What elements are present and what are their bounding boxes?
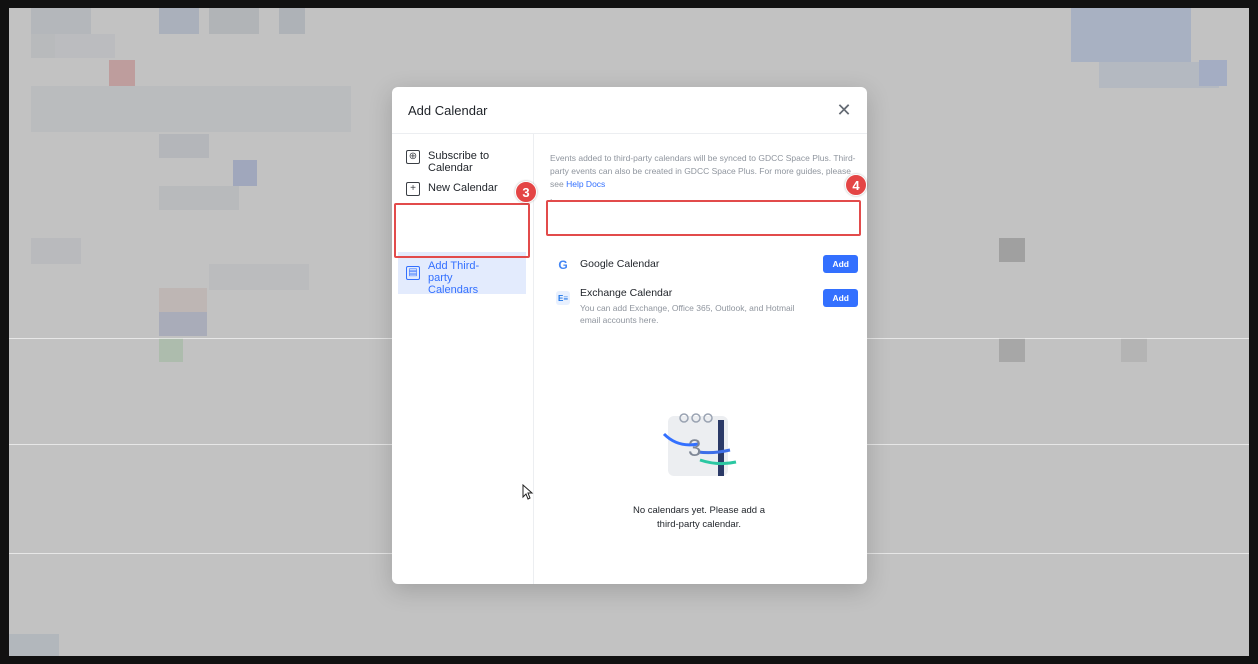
empty-state-text: No calendars yet. Please add a third-par…: [632, 505, 766, 530]
sidebar-item-label: Subscribe to Calendar: [428, 150, 490, 174]
add-exchange-button[interactable]: Add: [823, 289, 858, 307]
sidebar-item-label: Add Third-party Calendars: [428, 260, 480, 296]
close-icon[interactable]: ✕: [833, 99, 855, 121]
highlight-google: [546, 200, 861, 236]
highlight-third-party: [394, 203, 530, 258]
dialog-sidebar: ⊕ Subscribe to Calendar + New Calendar ▤…: [392, 134, 534, 584]
mouse-cursor-icon: [522, 484, 534, 500]
help-docs-link[interactable]: Help Docs: [566, 179, 605, 189]
plus-square-icon: +: [406, 182, 420, 196]
provider-exchange: E≡ Exchange Calendar You can add Exchang…: [546, 287, 858, 327]
sidebar-item-new-calendar[interactable]: + New Calendar: [398, 182, 526, 196]
calendar-add-icon: ▤: [406, 266, 420, 280]
exchange-icon: E≡: [556, 291, 570, 305]
sidebar-item-third-party[interactable]: ▤ Add Third-party Calendars: [398, 252, 526, 296]
subscribe-icon: ⊕: [406, 150, 420, 164]
provider-name: Exchange Calendar: [580, 287, 673, 299]
step-3-badge: 3: [515, 181, 537, 203]
sidebar-item-subscribe[interactable]: ⊕ Subscribe to Calendar: [398, 150, 526, 174]
provider-description: You can add Exchange, Office 365, Outloo…: [580, 303, 795, 325]
intro-text: Events added to third-party calendars wi…: [550, 152, 860, 204]
add-calendar-dialog: Add Calendar ✕ ⊕ Subscribe to Calendar +…: [392, 87, 867, 584]
provider-name: Google Calendar: [580, 258, 660, 270]
step-4-badge: 4: [845, 174, 867, 196]
empty-day-number: 3: [688, 435, 701, 462]
provider-text: Exchange Calendar You can add Exchange, …: [580, 287, 810, 326]
empty-calendar-illustration: 3: [662, 413, 737, 476]
dialog-title: Add Calendar: [408, 103, 488, 118]
dialog-header: Add Calendar ✕: [392, 87, 867, 134]
add-google-button[interactable]: Add: [823, 255, 858, 273]
google-icon: G: [558, 258, 568, 272]
provider-google: G Google Calendar Add: [546, 255, 858, 278]
sidebar-item-label: New Calendar: [428, 182, 498, 194]
